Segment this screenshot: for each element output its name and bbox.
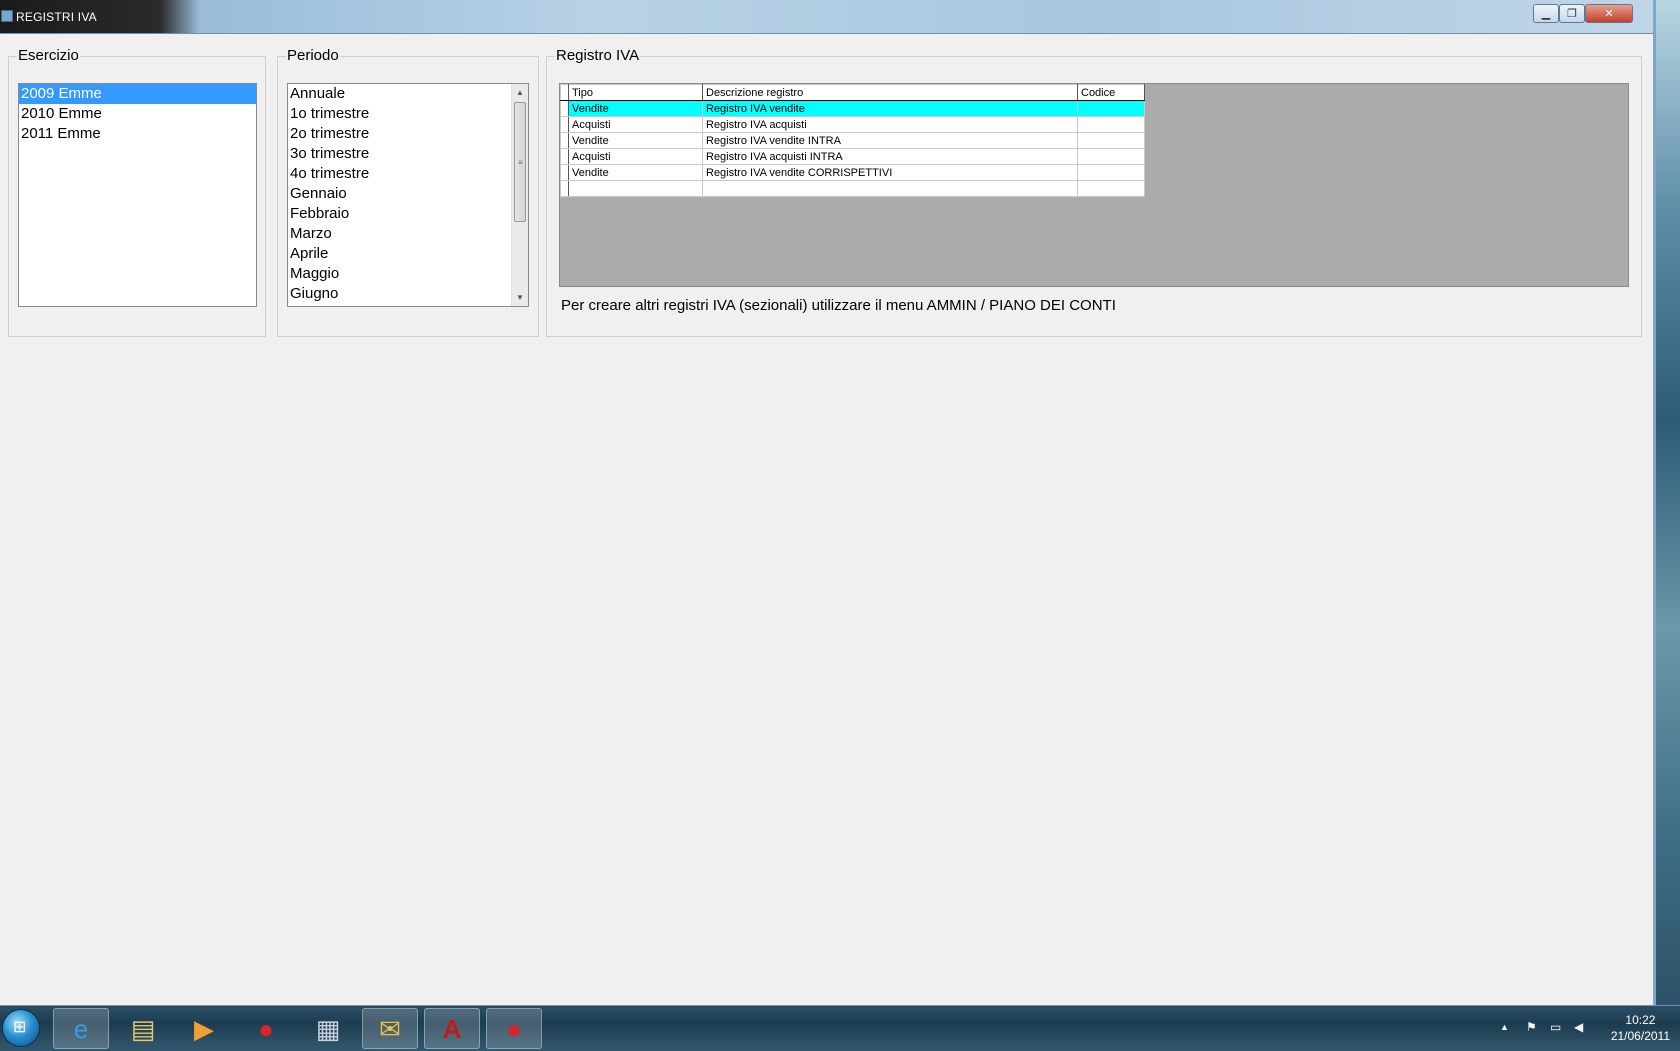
calculator-icon: ▦ xyxy=(315,1013,341,1044)
taskbar-button-explorer[interactable]: ▤ xyxy=(115,1008,171,1049)
list-item[interactable]: Gennaio xyxy=(288,184,528,204)
clock-date: 21/06/2011 xyxy=(1610,1029,1670,1043)
cell-tipo[interactable]: Vendite xyxy=(568,132,703,149)
strawberry-app-icon: ● xyxy=(506,1013,522,1044)
list-item[interactable]: 2010 Emme xyxy=(19,104,256,124)
file-explorer-icon: ▤ xyxy=(130,1013,156,1044)
taskbar: ⊞ e ▤ ▶ ● ▦ ✉ A ● ▲ ⚑ ▭ ◀ 10:22 21/06/20… xyxy=(0,1005,1680,1051)
cell-tipo[interactable]: Vendite xyxy=(568,100,703,117)
table-row[interactable]: Acquisti Registro IVA acquisti xyxy=(560,116,1145,133)
cell-codice[interactable] xyxy=(1077,100,1145,117)
taskbar-button-ie[interactable]: e xyxy=(53,1008,109,1049)
list-item[interactable]: 3o trimestre xyxy=(288,144,528,164)
show-hidden-icons-icon[interactable]: ▲ xyxy=(1500,1022,1509,1032)
cell-codice[interactable] xyxy=(1077,148,1145,165)
media-player-icon: ▶ xyxy=(194,1013,214,1044)
table-row[interactable]: Vendite Registro IVA vendite INTRA xyxy=(560,132,1145,149)
clock[interactable]: 10:22 21/06/2011 xyxy=(1611,1012,1670,1044)
list-item[interactable]: Annuale xyxy=(288,84,528,104)
cell-tipo[interactable]: Acquisti xyxy=(568,148,703,165)
volume-muted-icon[interactable]: ◀ xyxy=(1574,1020,1583,1034)
outlook-icon: ✉ xyxy=(379,1013,401,1044)
list-item[interactable]: Marzo xyxy=(288,224,528,244)
internet-explorer-icon: e xyxy=(73,1013,89,1044)
column-header-codice[interactable]: Codice xyxy=(1077,84,1145,101)
table-row[interactable]: Acquisti Registro IVA acquisti INTRA xyxy=(560,148,1145,165)
list-item[interactable]: 2o trimestre xyxy=(288,124,528,144)
cell-codice[interactable] xyxy=(1077,116,1145,133)
windows-flag-icon: ⊞ xyxy=(13,1019,27,1036)
cell-codice[interactable] xyxy=(1077,180,1145,197)
maximize-button[interactable]: ❐ xyxy=(1559,4,1585,23)
taskbar-button-strawberry-active[interactable]: ● xyxy=(486,1008,542,1049)
cell-descrizione[interactable]: Registro IVA vendite CORRISPETTIVI xyxy=(702,164,1078,181)
list-item[interactable]: 4o trimestre xyxy=(288,164,528,184)
window-title: REGISTRI IVA xyxy=(16,10,97,24)
scroll-down-icon[interactable]: ▼ xyxy=(512,289,528,306)
column-header-descrizione[interactable]: Descrizione registro xyxy=(702,84,1078,101)
desktop-background xyxy=(1656,0,1680,1050)
scroll-thumb[interactable]: ≡ xyxy=(514,102,526,222)
taskbar-button-outlook[interactable]: ✉ xyxy=(362,1008,418,1049)
list-item[interactable]: Aprile xyxy=(288,244,528,264)
acrobat-icon: A xyxy=(442,1013,462,1044)
windows-start-icon[interactable]: ⊞ xyxy=(2,1009,40,1047)
strawberry-app-icon: ● xyxy=(258,1013,274,1044)
row-selector[interactable] xyxy=(560,148,569,165)
registri-grid: Tipo Descrizione registro Codice Vendite… xyxy=(560,84,1145,197)
cell-codice[interactable] xyxy=(1077,132,1145,149)
list-item[interactable]: Giugno xyxy=(288,284,528,304)
clock-time: 10:22 xyxy=(1625,1013,1656,1027)
cell-descrizione[interactable] xyxy=(702,180,1078,197)
column-header-tipo[interactable]: Tipo xyxy=(568,84,703,101)
esercizio-label: Esercizio xyxy=(17,47,80,65)
taskbar-button-acrobat[interactable]: A xyxy=(424,1008,480,1049)
window-controls: ▁ ❐ ✕ xyxy=(1533,4,1633,23)
row-selector[interactable] xyxy=(560,132,569,149)
cell-descrizione[interactable]: Registro IVA acquisti INTRA xyxy=(702,148,1078,165)
scroll-up-icon[interactable]: ▲ xyxy=(512,84,528,101)
row-selector[interactable] xyxy=(560,100,569,117)
list-item[interactable]: 1o trimestre xyxy=(288,104,528,124)
cell-tipo[interactable] xyxy=(568,180,703,197)
list-item[interactable]: Maggio xyxy=(288,264,528,284)
cell-descrizione[interactable]: Registro IVA vendite xyxy=(702,100,1078,117)
grid-header-row: Tipo Descrizione registro Codice xyxy=(560,84,1145,101)
registri-grid-area: Tipo Descrizione registro Codice Vendite… xyxy=(559,83,1629,287)
taskbar-button-calculator[interactable]: ▦ xyxy=(300,1008,356,1049)
minimize-button[interactable]: ▁ xyxy=(1533,4,1559,23)
periodo-label: Periodo xyxy=(286,47,340,65)
row-selector[interactable] xyxy=(560,164,569,181)
list-item[interactable]: 2009 Emme xyxy=(19,84,256,104)
grid-corner xyxy=(560,84,569,101)
system-tray: ▲ ⚑ ▭ ◀ 10:22 21/06/2011 xyxy=(1480,1006,1680,1051)
row-selector[interactable] xyxy=(560,116,569,133)
grip-icon: ≡ xyxy=(518,158,523,167)
table-row[interactable]: Vendite Registro IVA vendite CORRISPETTI… xyxy=(560,164,1145,181)
cell-descrizione[interactable]: Registro IVA acquisti xyxy=(702,116,1078,133)
periodo-listbox[interactable]: Annuale 1o trimestre 2o trimestre 3o tri… xyxy=(287,83,529,307)
cell-codice[interactable] xyxy=(1077,164,1145,181)
registri-iva-window: REGISTRI IVA ▁ ❐ ✕ Esercizio 2009 Emme 2… xyxy=(0,0,1656,1005)
network-icon[interactable]: ▭ xyxy=(1550,1020,1561,1034)
list-item[interactable]: Febbraio xyxy=(288,204,528,224)
hint-text: Per creare altri registri IVA (sezionali… xyxy=(561,297,1116,314)
new-row[interactable] xyxy=(560,180,1145,197)
row-selector[interactable] xyxy=(560,180,569,197)
taskbar-button-strawberry[interactable]: ● xyxy=(238,1008,294,1049)
app-icon xyxy=(1,10,13,22)
taskbar-button-media[interactable]: ▶ xyxy=(176,1008,232,1049)
cell-tipo[interactable]: Acquisti xyxy=(568,116,703,133)
registro-iva-label: Registro IVA xyxy=(555,47,641,65)
periodo-scrollbar[interactable]: ▲ ≡ ▼ xyxy=(511,84,528,306)
esercizio-listbox[interactable]: 2009 Emme 2010 Emme 2011 Emme xyxy=(18,83,257,307)
close-button[interactable]: ✕ xyxy=(1585,4,1633,23)
title-bar[interactable]: REGISTRI IVA ▁ ❐ ✕ xyxy=(0,0,1653,34)
cell-tipo[interactable]: Vendite xyxy=(568,164,703,181)
list-item[interactable]: 2011 Emme xyxy=(19,124,256,144)
action-center-flag-icon[interactable]: ⚑ xyxy=(1526,1020,1537,1034)
table-row[interactable]: Vendite Registro IVA vendite xyxy=(560,100,1145,117)
cell-descrizione[interactable]: Registro IVA vendite INTRA xyxy=(702,132,1078,149)
